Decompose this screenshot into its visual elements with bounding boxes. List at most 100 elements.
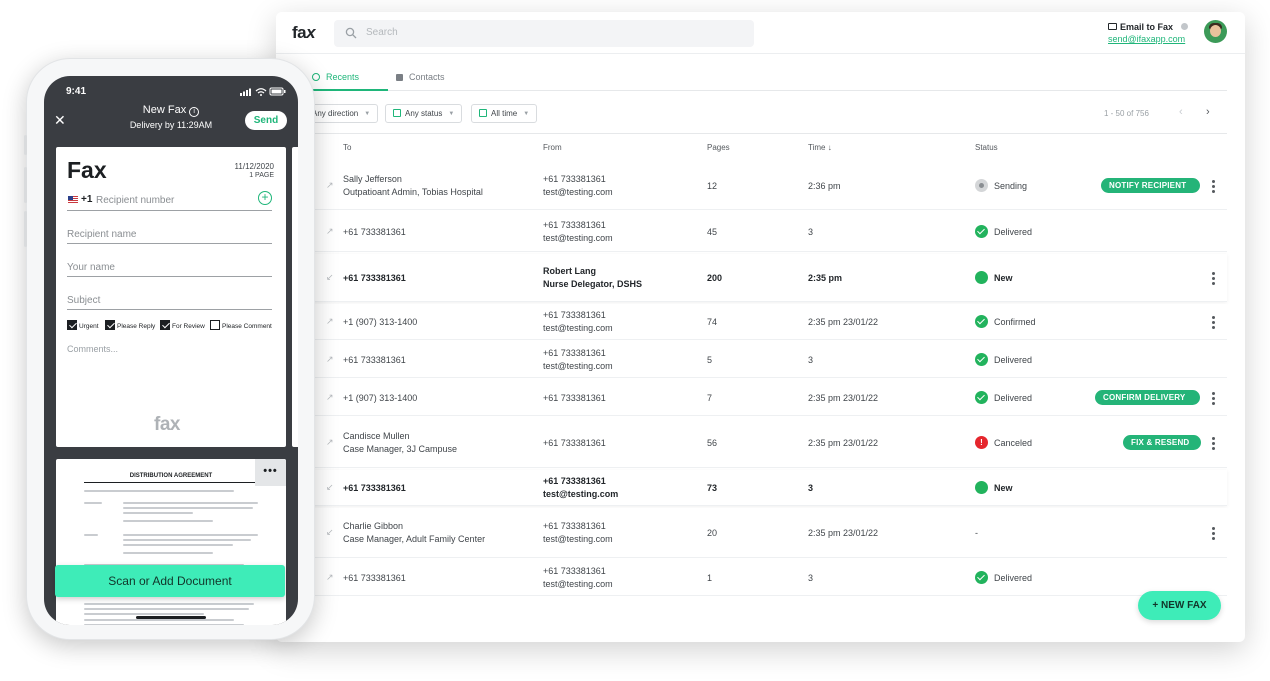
cell-time: 2:35 pm 23/01/22 <box>808 438 879 448</box>
email-to-fax-label: Email to Fax <box>1120 22 1174 32</box>
table-row[interactable]: ↙ +61 733381361 +61 733381361 test@testing.… <box>306 470 1227 506</box>
column-from[interactable]: From <box>543 143 562 152</box>
chevron-right-icon[interactable]: › <box>1206 106 1210 118</box>
more-vertical-icon[interactable] <box>1212 527 1216 542</box>
cell-to: +61 733381361 <box>343 227 406 237</box>
status-dot-icon <box>975 353 988 366</box>
subject-input[interactable]: Subject <box>67 295 100 306</box>
document-rule <box>84 482 258 483</box>
us-flag-icon[interactable] <box>68 196 78 203</box>
envelope-icon <box>1108 23 1117 30</box>
cell-pages: 200 <box>707 273 723 283</box>
column-time[interactable]: Time ↓ <box>808 143 832 152</box>
table-row[interactable]: ↗ +1 (907) 313-1400 +61 733381361 7 2:35 pm … <box>306 380 1227 416</box>
document-title: DISTRIBUTION AGREEMENT <box>129 473 213 479</box>
table-row[interactable]: ↗ Sally Jefferson Outpatioant Admin, Tobia… <box>306 162 1227 210</box>
cell-status: New <box>994 273 1013 283</box>
row-action-button[interactable]: NOTIFY RECIPIENT <box>1101 178 1200 193</box>
status-dot-icon <box>975 391 988 404</box>
cover-fax-heading: Fax <box>67 157 107 183</box>
direction-arrow-icon: ↙ <box>326 527 334 537</box>
checkbox-urgent[interactable]: Urgent <box>67 320 99 332</box>
cell-time: 2:36 pm <box>808 181 841 191</box>
phone-side-button <box>24 167 27 203</box>
status-bar: 9:41 <box>44 76 298 106</box>
checkbox-please-reply[interactable]: Please Reply <box>105 320 155 332</box>
more-vertical-icon[interactable] <box>1212 180 1216 195</box>
cell-to: +61 733381361 <box>343 355 406 365</box>
cell-to: +61 733381361 <box>343 573 406 583</box>
your-name-input[interactable]: Your name <box>67 262 115 273</box>
recipient-number-input[interactable]: Recipient number <box>96 195 174 206</box>
row-action-button[interactable]: CONFIRM DELIVERY <box>1095 390 1200 405</box>
more-options-icon[interactable]: ••• <box>255 459 286 486</box>
cell-to: +1 (907) 313-1400 <box>343 317 418 327</box>
add-recipient-icon[interactable]: + <box>258 191 272 205</box>
column-status[interactable]: Status <box>975 143 998 152</box>
cell-from: +61 733381361 test@testing.com <box>543 521 613 544</box>
tab-recents[interactable]: Recents <box>312 72 359 82</box>
search-bar[interactable]: Search <box>334 20 754 47</box>
email-address-link[interactable]: send@ifaxapp.com <box>1108 34 1198 44</box>
row-action-button[interactable]: FIX & RESEND <box>1123 435 1201 450</box>
direction-filter[interactable]: Any direction ▼ <box>304 104 379 123</box>
more-vertical-icon[interactable] <box>1212 392 1216 407</box>
phone-screen: 9:41 ✕ New Fax i Delivery by 11:29AM Send… <box>44 76 298 625</box>
scan-add-document-button[interactable]: Scan or Add Document <box>55 565 285 597</box>
more-vertical-icon[interactable] <box>1212 272 1216 287</box>
table-row[interactable]: ↙ Charlie Gibbon Case Manager, Adult Famil… <box>306 508 1227 558</box>
direction-arrow-icon: ↗ <box>326 572 334 582</box>
table-row[interactable]: ↗ +61 733381361 +61 733381361 test@testing.… <box>306 212 1227 252</box>
status-icon <box>393 109 401 117</box>
comments-input[interactable]: Comments... <box>67 344 118 354</box>
status-filter[interactable]: Any status ▼ <box>385 104 463 123</box>
clock-time: 9:41 <box>66 86 87 97</box>
checkbox-please-comment[interactable]: Please Comment <box>210 320 272 332</box>
field-underline <box>67 210 272 211</box>
time-filter[interactable]: All time ▼ <box>471 104 538 123</box>
cell-from: +61 733381361 <box>543 393 606 403</box>
app-logo[interactable]: fax <box>292 23 316 43</box>
document-text-line <box>123 502 258 504</box>
next-page-card-edge[interactable] <box>292 147 298 447</box>
table-header: To From Pages Time ↓ Status <box>306 133 1227 161</box>
tab-divider <box>306 90 1227 91</box>
recipient-name-input[interactable]: Recipient name <box>67 229 136 240</box>
info-icon[interactable]: i <box>189 107 200 117</box>
tab-active-indicator <box>306 89 388 91</box>
pagination-label: 1 - 50 of 756 <box>1104 109 1149 118</box>
field-underline <box>67 276 272 277</box>
desktop-window: fax Search Email to Fax send@ifaxapp.com… <box>276 12 1245 642</box>
cell-to: +1 (907) 313-1400 <box>343 393 418 403</box>
cell-status: Delivered <box>994 355 1033 365</box>
field-underline <box>67 243 272 244</box>
tab-contacts[interactable]: Contacts <box>396 72 445 82</box>
more-vertical-icon[interactable] <box>1212 316 1216 331</box>
more-vertical-icon[interactable] <box>1212 437 1216 452</box>
cell-pages: 5 <box>707 355 713 365</box>
column-to[interactable]: To <box>343 143 351 152</box>
table-row[interactable]: ↗ +1 (907) 313-1400 +61 733381361 test@test… <box>306 304 1227 340</box>
column-pages[interactable]: Pages <box>707 143 730 152</box>
checkbox-for-review[interactable]: For Review <box>160 320 205 332</box>
document-preview[interactable]: DISTRIBUTION AGREEMENT ••• <box>56 459 286 625</box>
send-button[interactable]: Send <box>245 111 287 130</box>
calendar-icon <box>479 109 487 117</box>
table-row[interactable]: ↗ Candisce Mullen Case Manager, 3J Campuse… <box>306 418 1227 468</box>
new-fax-button[interactable]: + NEW FAX <box>1138 591 1221 620</box>
country-code[interactable]: +1 <box>81 194 92 205</box>
cell-from: +61 733381361 test@testing.com <box>543 476 619 499</box>
avatar[interactable] <box>1204 20 1227 43</box>
table-row[interactable]: ↗ +61 733381361 +61 733381361 test@testing.… <box>306 560 1227 596</box>
table-row[interactable]: ↗ +61 733381361 +61 733381361 test@testing.… <box>306 342 1227 378</box>
phone-side-button <box>24 211 27 247</box>
filter-bar: Any direction ▼ Any status ▼ All time ▼ 1 -… <box>276 104 1245 126</box>
info-icon[interactable] <box>1181 23 1189 30</box>
document-text-line <box>123 552 213 554</box>
chevron-left-icon[interactable]: ‹ <box>1179 106 1183 118</box>
document-text-line <box>123 539 251 541</box>
alert-icon <box>975 436 988 449</box>
table-row[interactable]: ↙ +61 733381361 Robert Lang Nurse Delegator… <box>306 254 1227 302</box>
search-input[interactable]: Search <box>366 27 398 38</box>
document-text-line <box>123 544 233 546</box>
